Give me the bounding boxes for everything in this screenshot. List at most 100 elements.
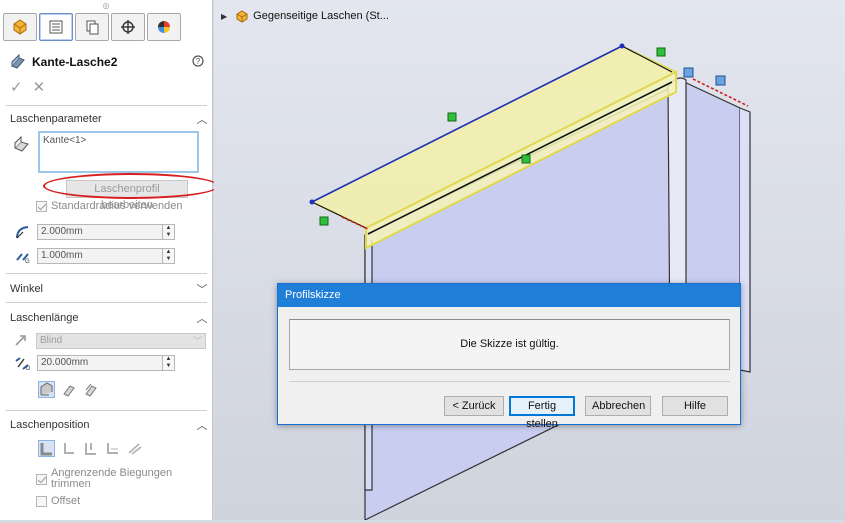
trim-bends-label: Angrenzende Biegungen trimmen (51, 467, 173, 490)
section-title: Laschenlänge (10, 312, 79, 324)
ok-cancel-group: ✓ ✕ (10, 78, 45, 96)
section-title: Winkel (10, 283, 44, 295)
sketch-point[interactable] (619, 43, 625, 49)
flange-position-options (38, 440, 143, 457)
finish-button[interactable]: Fertig stellen (509, 396, 575, 430)
section-laschenposition[interactable]: Laschenposition ︿ (10, 416, 208, 434)
svg-text:G: G (25, 259, 30, 264)
sketch-point[interactable] (309, 199, 315, 205)
tangent-bend-icon[interactable] (82, 381, 99, 398)
edge-flange-icon (11, 54, 25, 69)
model-viewport[interactable] (214, 0, 845, 521)
tab-feature-manager[interactable] (3, 13, 37, 41)
outer-virtual-sharp-icon[interactable] (38, 381, 55, 398)
end-condition-value: Blind (40, 335, 63, 346)
offset-label: Offset (51, 495, 81, 507)
dialog-title[interactable]: Profilskizze (278, 284, 740, 307)
chevron-up-icon: ︿ (196, 420, 208, 432)
tab-property-manager[interactable] (39, 13, 73, 41)
section-title: Laschenparameter (10, 113, 102, 125)
dialog-message: Die Skizze ist gültig. (289, 319, 730, 370)
offset-checkbox[interactable] (36, 495, 47, 507)
virtual-sharp-position-icon[interactable] (104, 440, 121, 457)
property-manager-panel: ◎ Kante-Lasche2 ? ✓ ✕ Laschenparameter ︿… (0, 0, 219, 520)
vertical-relation-icon[interactable] (656, 47, 666, 57)
dimension-marker-icon[interactable] (683, 67, 694, 78)
length-value: 20.000mm (41, 357, 89, 368)
manager-tabs (3, 13, 209, 45)
side-flange-edge[interactable] (739, 107, 751, 373)
radius-input[interactable]: 2.000mm ▲ ▼ (37, 224, 175, 240)
section-laschenparameter[interactable]: Laschenparameter ︿ (10, 110, 208, 128)
radius-spinner[interactable]: ▲ ▼ (162, 225, 174, 239)
offset-row[interactable]: Offset (36, 495, 80, 507)
gap-spinner[interactable]: ▲ ▼ (162, 249, 174, 263)
cancel-button[interactable]: Abbrechen (585, 396, 651, 416)
gap-row: G 1.000mm ▲ ▼ (12, 247, 202, 265)
vertical-relation-icon-left[interactable] (319, 216, 329, 226)
divider (6, 273, 207, 274)
bend-radius-icon (12, 223, 34, 241)
chevron-up-icon: ︿ (196, 313, 208, 325)
section-title: Laschenposition (10, 419, 90, 431)
default-radius-label: Standardradius verwenden (51, 200, 183, 212)
graphics-area[interactable]: ▶ Gegenseitige Laschen (St... (214, 0, 845, 521)
edge-selection-icon (13, 135, 31, 157)
section-winkel[interactable]: Winkel ﹀ (10, 280, 208, 298)
help-icon[interactable]: ? (192, 54, 204, 70)
divider (6, 105, 207, 106)
default-radius-row[interactable]: Standardradius verwenden (36, 200, 182, 212)
default-radius-checkbox[interactable] (36, 200, 47, 212)
configuration-icon (86, 20, 99, 35)
feature-title-bar: Kante-Lasche2 ? (10, 52, 210, 72)
crosshair-icon (121, 20, 135, 34)
radius-value: 2.000mm (41, 226, 83, 237)
gap-distance-icon: G (12, 247, 34, 265)
flange-length-icon: D (12, 354, 34, 372)
trim-bends-checkbox[interactable] (36, 474, 47, 485)
length-spinner[interactable]: ▲ ▼ (162, 356, 174, 370)
svg-text:D: D (26, 366, 31, 371)
tab-configuration-manager[interactable] (75, 13, 109, 41)
feature-name: Kante-Lasche2 (32, 55, 118, 69)
inner-virtual-sharp-icon[interactable] (60, 381, 77, 398)
dialog-button-row: < Zurück Fertig stellen Abbrechen Hilfe (444, 396, 728, 430)
material-outside-icon[interactable] (60, 440, 77, 457)
length-input[interactable]: 20.000mm ▲ ▼ (37, 355, 175, 371)
appearance-sphere-icon (158, 21, 170, 33)
property-list-icon (49, 20, 63, 34)
dialog-divider (289, 381, 730, 382)
annotation-highlight-ring (43, 173, 219, 199)
radius-row: 2.000mm ▲ ▼ (12, 223, 202, 241)
edge-list-item[interactable]: Kante<1> (43, 135, 86, 146)
tab-dimxpert-manager[interactable] (111, 13, 145, 41)
panel-grip[interactable]: ◎ (0, 0, 212, 12)
divider (6, 302, 207, 303)
direction-arrow-icon (14, 333, 28, 350)
svg-text:?: ? (196, 57, 201, 66)
trim-bends-row[interactable]: Angrenzende Biegungen trimmen (36, 468, 191, 490)
feature-tree-flyout[interactable]: ▶ Gegenseitige Laschen (St... (221, 9, 389, 23)
bend-outside-icon[interactable] (82, 440, 99, 457)
divider (6, 410, 207, 411)
part-name[interactable]: Gegenseitige Laschen (St... (253, 10, 389, 22)
back-button[interactable]: < Zurück (444, 396, 504, 416)
horizontal-relation-icon[interactable] (447, 112, 457, 122)
length-row: D 20.000mm ▲ ▼ (12, 354, 202, 372)
dimension-marker-icon[interactable] (715, 75, 726, 86)
ok-check-icon[interactable]: ✓ (10, 78, 23, 96)
material-inside-icon[interactable] (38, 440, 55, 457)
feature-tree-icon (13, 19, 27, 35)
section-laschenlaenge[interactable]: Laschenlänge ︿ (10, 309, 208, 327)
tab-display-manager[interactable] (147, 13, 181, 41)
edge-selection-list[interactable]: Kante<1> (38, 131, 199, 173)
expand-triangle-icon[interactable]: ▶ (221, 12, 227, 21)
end-condition-select[interactable]: Blind ﹀ (36, 333, 206, 349)
coincident-relation-icon[interactable] (521, 154, 531, 164)
help-button[interactable]: Hilfe (662, 396, 728, 416)
tangent-to-bend-icon[interactable] (126, 440, 143, 457)
chevron-down-icon: ﹀ (196, 284, 208, 296)
cancel-x-icon[interactable]: ✕ (33, 78, 46, 96)
gap-input[interactable]: 1.000mm ▲ ▼ (37, 248, 175, 264)
chevron-down-icon: ﹀ (192, 336, 202, 346)
